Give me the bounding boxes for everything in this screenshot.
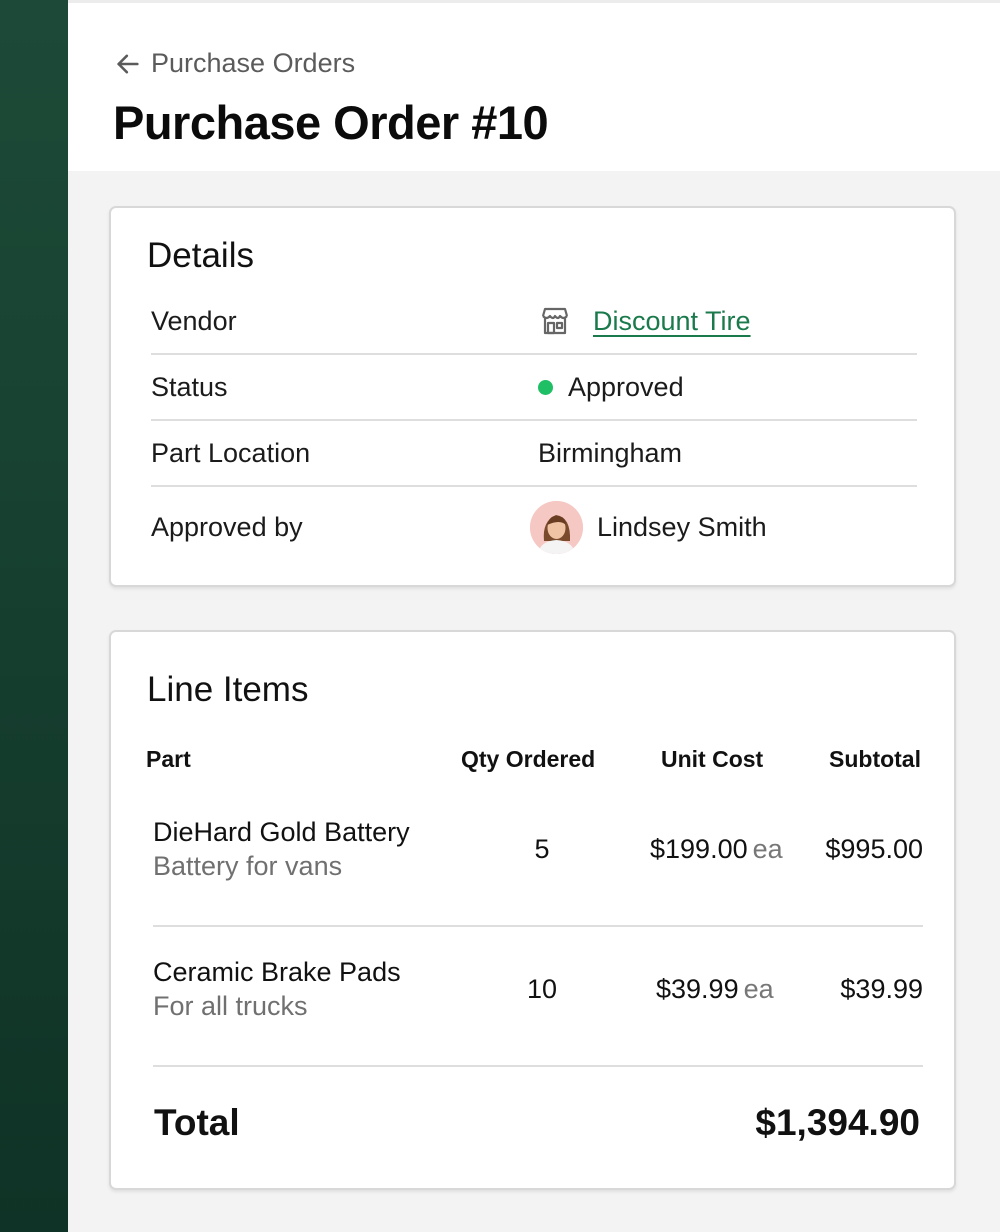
line-items-card: Line Items Part Qty Ordered Unit Cost Su… <box>109 630 956 1190</box>
unit-cost: $199.00 ea <box>650 834 783 865</box>
sidebar <box>0 0 68 1232</box>
detail-label: Part Location <box>151 437 311 468</box>
arrow-left-icon <box>117 54 139 73</box>
qty-value: 5 <box>534 834 550 864</box>
approver-value: Lindsey Smith <box>530 493 767 561</box>
part-description: For all trucks <box>153 991 308 1021</box>
back-link[interactable]: Purchase Orders <box>114 48 355 79</box>
unit-cost: $39.99 ea <box>656 974 774 1005</box>
detail-value: Discount Tire <box>538 289 751 353</box>
back-link-label[interactable]: Purchase Orders <box>151 48 355 79</box>
column-header-part: Part <box>146 746 191 772</box>
detail-row-approver: Approved by Lindsey Smith <box>151 493 917 561</box>
part-description: Battery for vans <box>153 851 343 881</box>
column-header-qty: Qty Ordered <box>461 746 596 772</box>
detail-label: Approved by <box>151 511 303 542</box>
status-dot-icon <box>538 379 553 395</box>
table-row[interactable]: Ceramic Brake Pads For all trucks 10 $39… <box>153 927 923 1067</box>
details-title: Details <box>147 236 254 275</box>
details-card: Details Vendor Discount Tire Status Appr… <box>109 206 956 587</box>
vendor-link[interactable]: Discount Tire <box>593 306 751 337</box>
page-title: Purchase Order #10 <box>113 96 549 149</box>
subtotal-value: $39.99 <box>840 974 923 1004</box>
location-value: Birmingham <box>538 437 683 468</box>
detail-label: Status <box>151 371 228 402</box>
column-header-subtotal: Subtotal <box>829 746 921 772</box>
line-items-title: Line Items <box>147 670 309 709</box>
unit-suffix: ea <box>752 834 783 864</box>
qty-value: 10 <box>526 974 558 1004</box>
total-value: $1,394.90 <box>755 1102 920 1143</box>
table-row[interactable]: DieHard Gold Battery Battery for vans 5 … <box>153 787 923 927</box>
subtotal-value: $995.00 <box>825 834 923 864</box>
detail-label: Vendor <box>151 305 237 336</box>
part-name: DieHard Gold Battery <box>153 817 410 847</box>
total-label: Total <box>154 1102 240 1143</box>
page-header: Purchase Orders Purchase Order #10 <box>68 0 1000 171</box>
unit-cost-value: $39.99 <box>656 974 739 1004</box>
status-text: Approved <box>568 371 684 402</box>
detail-row-vendor: Vendor Discount Tire <box>151 289 917 355</box>
column-header-unit-cost: Unit Cost <box>661 746 764 772</box>
avatar <box>530 500 583 554</box>
detail-row-status: Status Approved <box>151 355 917 421</box>
part-name: Ceramic Brake Pads <box>153 957 401 987</box>
unit-cost-value: $199.00 <box>650 834 748 864</box>
status-badge: Approved <box>538 355 684 419</box>
detail-row-location: Part Location Birmingham <box>151 421 917 487</box>
unit-suffix: ea <box>743 974 774 1004</box>
store-icon <box>538 304 572 338</box>
approver-name: Lindsey Smith <box>597 511 767 542</box>
